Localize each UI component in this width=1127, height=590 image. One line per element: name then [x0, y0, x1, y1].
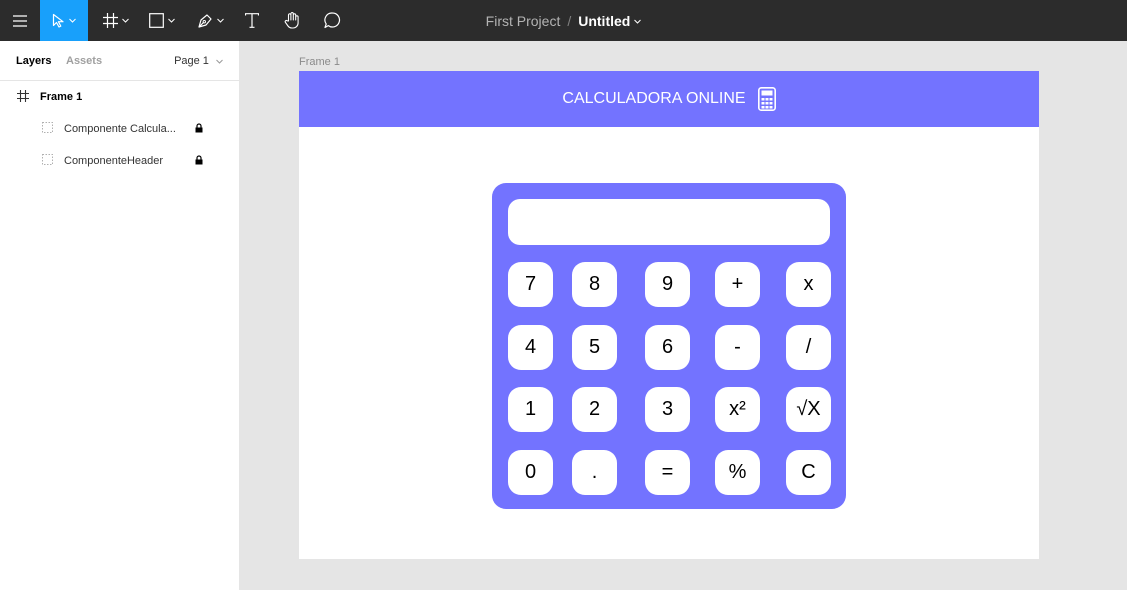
- key-8[interactable]: 8: [572, 262, 617, 307]
- hand-tool-button[interactable]: [276, 0, 308, 41]
- pointer-icon: [52, 13, 64, 28]
- lock-icon[interactable]: [195, 123, 203, 133]
- componente-header[interactable]: CALCULADORA ONLINE: [299, 71, 1039, 127]
- key-4[interactable]: 4: [508, 325, 553, 370]
- layer-frame-1[interactable]: Frame 1: [0, 81, 239, 113]
- page-selector[interactable]: Page 1: [174, 55, 223, 67]
- toolbar: First Project / Untitled: [0, 0, 1127, 41]
- frame-hash-icon: [17, 90, 29, 102]
- hamburger-icon: [13, 14, 27, 27]
- hand-icon: [284, 12, 299, 29]
- pen-icon: [197, 13, 212, 28]
- key-6[interactable]: 6: [645, 325, 690, 370]
- text-icon: [245, 13, 259, 28]
- text-tool-button[interactable]: [236, 0, 268, 41]
- key-equals[interactable]: =: [645, 450, 690, 495]
- frame-label[interactable]: Frame 1: [299, 56, 340, 68]
- frame-1[interactable]: CALCULADORA ONLINE 7 8 9 + x 4 5 6 - / 1…: [299, 71, 1039, 559]
- key-minus[interactable]: -: [715, 325, 760, 370]
- chevron-down-icon: [216, 18, 224, 23]
- key-0[interactable]: 0: [508, 450, 553, 495]
- tab-assets[interactable]: Assets: [66, 55, 102, 67]
- chevron-down-icon: [168, 18, 175, 23]
- rectangle-icon: [149, 13, 164, 28]
- key-2[interactable]: 2: [572, 387, 617, 432]
- key-divide[interactable]: /: [786, 325, 831, 370]
- key-clear[interactable]: C: [786, 450, 831, 495]
- lock-icon[interactable]: [195, 155, 203, 165]
- calculator-display[interactable]: [508, 199, 830, 245]
- header-title: CALCULADORA ONLINE: [562, 90, 746, 107]
- chevron-down-icon: [216, 59, 223, 64]
- key-7[interactable]: 7: [508, 262, 553, 307]
- chevron-down-icon: [69, 18, 76, 23]
- tab-layers[interactable]: Layers: [16, 55, 51, 67]
- key-5[interactable]: 5: [572, 325, 617, 370]
- chevron-down-icon[interactable]: [634, 16, 642, 26]
- componente-calculadora[interactable]: 7 8 9 + x 4 5 6 - / 1 2 3 x² √X 0 . = % …: [492, 183, 846, 509]
- comment-tool-button[interactable]: [316, 0, 348, 41]
- layers-panel: Layers Assets Page 1 Frame 1 Componente …: [0, 41, 240, 590]
- pen-tool-button[interactable]: [190, 0, 230, 41]
- project-name[interactable]: First Project: [486, 13, 561, 29]
- title-separator: /: [567, 12, 572, 29]
- hash-icon: [103, 13, 118, 28]
- key-sqrt[interactable]: √X: [786, 387, 831, 432]
- key-9[interactable]: 9: [645, 262, 690, 307]
- layer-componente-header[interactable]: ComponenteHeader: [0, 145, 239, 177]
- move-tool-button[interactable]: [40, 0, 88, 41]
- layer-label: Frame 1: [40, 91, 83, 103]
- layer-componente-calculadora[interactable]: Componente Calcula...: [0, 113, 239, 145]
- key-1[interactable]: 1: [508, 387, 553, 432]
- calculator-icon: [757, 87, 776, 111]
- comment-icon: [323, 12, 340, 29]
- key-plus[interactable]: +: [715, 262, 760, 307]
- layer-label: Componente Calcula...: [64, 123, 176, 135]
- key-square[interactable]: x²: [715, 387, 760, 432]
- panel-tabs: Layers Assets Page 1: [0, 41, 239, 81]
- component-dashed-icon: [42, 154, 53, 165]
- page-name: Page 1: [174, 55, 209, 67]
- file-name[interactable]: Untitled: [578, 13, 630, 29]
- frame-tool-button[interactable]: [96, 0, 136, 41]
- key-percent[interactable]: %: [715, 450, 760, 495]
- layer-label: ComponenteHeader: [64, 155, 164, 167]
- shape-tool-button[interactable]: [142, 0, 182, 41]
- key-3[interactable]: 3: [645, 387, 690, 432]
- key-decimal[interactable]: .: [572, 450, 617, 495]
- chevron-down-icon: [122, 18, 129, 23]
- component-dashed-icon: [42, 122, 53, 133]
- main-menu-button[interactable]: [0, 0, 40, 41]
- key-multiply[interactable]: x: [786, 262, 831, 307]
